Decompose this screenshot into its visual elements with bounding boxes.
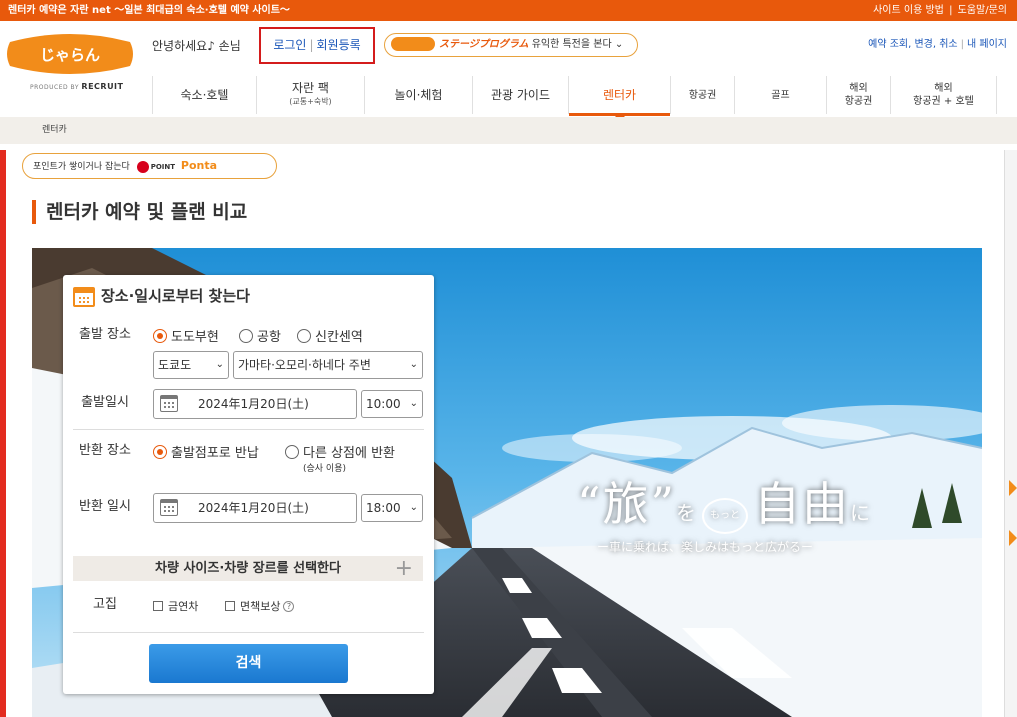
calendar-icon	[160, 499, 178, 516]
depart-time-select[interactable]: 10:00 ⌄	[361, 390, 423, 418]
divider	[73, 429, 424, 430]
help-icon[interactable]: ?	[283, 600, 295, 612]
nav-rentacar[interactable]: 렌터카	[568, 76, 670, 121]
nav-golf[interactable]: 골프	[734, 76, 826, 114]
stage-program-label: ステージプログラム	[439, 39, 529, 50]
nav-overseas-air-hotel[interactable]: 해외 항공권 + 호텔	[890, 76, 997, 114]
jalan-logo[interactable]: じゃらん	[6, 32, 134, 76]
radio-icon	[285, 444, 299, 459]
greeting: 안녕하세요♪ 손님	[152, 39, 241, 53]
chevron-down-icon: ⌄	[409, 502, 418, 513]
breadcrumb: 렌터카	[0, 117, 1017, 144]
radio-return-same[interactable]: 출발점포로 반납	[153, 442, 259, 461]
calendar-icon	[73, 286, 95, 307]
jalan-mini-logo	[391, 37, 435, 51]
breadcrumb-current: 렌터카	[42, 125, 67, 135]
radio-airport[interactable]: 공항	[239, 326, 281, 345]
insurance-checkbox[interactable]: 면책보상?	[225, 598, 295, 614]
hero-slogan: “旅”を もっと 自由に ー車に乗れば、楽しみはもっと広がるー	[577, 477, 871, 554]
stage-program-button[interactable]: ステージプログラム 유익한 특전을 본다 ⌄	[384, 33, 638, 57]
chevron-down-icon: ⌄	[409, 359, 418, 370]
page-title: 렌터카 예약 및 플랜 비교	[32, 200, 247, 224]
checkbox-icon	[153, 601, 163, 611]
nav-guide[interactable]: 관광 가이드	[472, 76, 568, 114]
reservation-manage-link[interactable]: 예약 조회, 변경, 취소	[868, 39, 958, 50]
radio-prefecture[interactable]: 도도부현	[153, 326, 219, 345]
depart-date-label: 출발일시	[81, 395, 129, 410]
right-arrow-icon	[1009, 530, 1017, 546]
left-side-banner[interactable]	[0, 150, 6, 717]
radio-shinkansen[interactable]: 신칸센역	[297, 326, 363, 345]
points-banner[interactable]: 포인트가 쌓이거나 잡는다 POINT Ponta	[22, 153, 277, 179]
return-date-field[interactable]: 2024年1月20日(土)	[153, 493, 357, 523]
return-date-label: 반환 일시	[79, 499, 131, 514]
chevron-down-icon: ⌄	[614, 39, 624, 50]
nav-air[interactable]: 항공권	[670, 76, 734, 114]
login-link[interactable]: 로그인	[273, 38, 306, 52]
search-button[interactable]: 검색	[149, 644, 348, 683]
main-nav: 숙소·호텔 자란 팩 (교통+숙박) 놀이·체험 관광 가이드 렌터카 항공권 골…	[152, 76, 997, 121]
top-bar: 렌터카 예약은 자란 net ～일본 최대급의 숙소·호텔 예약 사이트～ 사이…	[0, 0, 1017, 21]
checkbox-icon	[225, 601, 235, 611]
plus-icon: +	[394, 556, 413, 581]
dpoint-icon	[136, 160, 149, 173]
prefecture-select[interactable]: 도쿄도 ⌄	[153, 351, 229, 379]
ponta-logo: Ponta	[180, 159, 218, 172]
nav-activity[interactable]: 놀이·체험	[364, 76, 472, 114]
chevron-down-icon: ⌄	[215, 359, 224, 370]
top-links: 사이트 이용 방법 | 도움말/문의	[873, 5, 1007, 16]
account-links: 예약 조회, 변경, 취소 | 내 페이지	[868, 39, 1007, 50]
radio-selected-icon	[153, 328, 167, 343]
chevron-down-icon: ⌄	[409, 398, 418, 409]
logo-text: じゃらん	[40, 46, 100, 64]
login-register-box: 로그인 | 회원등록	[259, 27, 375, 64]
radio-icon	[239, 328, 253, 343]
nonsmoking-checkbox[interactable]: 금연차	[153, 598, 198, 614]
register-link[interactable]: 회원등록	[317, 38, 361, 52]
help-link[interactable]: 도움말/문의	[958, 5, 1007, 16]
search-panel-title: 장소·일시로부터 찾는다	[73, 285, 250, 307]
stage-program-desc: 유익한 특전을 본다	[531, 39, 612, 50]
depart-place-label: 출발 장소	[79, 327, 131, 342]
radio-selected-icon	[153, 444, 167, 459]
vehicle-size-toggle[interactable]: 차량 사이즈·차량 장르를 선택한다 +	[73, 556, 423, 581]
calendar-icon	[160, 395, 178, 412]
area-select[interactable]: 가마타·오모리·하네다 주변 ⌄	[233, 351, 423, 379]
conditions-label: 고집	[93, 597, 117, 612]
nav-pack[interactable]: 자란 팩 (교통+숙박)	[256, 76, 364, 114]
nav-hotel[interactable]: 숙소·호텔	[152, 76, 256, 114]
nav-overseas-air[interactable]: 해외 항공권	[826, 76, 890, 114]
radio-icon	[297, 328, 311, 343]
search-panel: 장소·일시로부터 찾는다 출발 장소 도도부현 공항 신칸센역 도쿄도 ⌄ 가마타…	[63, 275, 434, 694]
return-place-label: 반환 장소	[79, 443, 131, 458]
right-side-banner[interactable]	[1004, 150, 1017, 717]
radio-return-other[interactable]: 다른 상점에 반환	[285, 442, 395, 461]
return-time-select[interactable]: 18:00 ⌄	[361, 494, 423, 522]
produced-by: PRODUCED BY RECRUIT	[30, 82, 124, 91]
return-other-note: (승사 이용)	[303, 464, 347, 474]
how-to-use-link[interactable]: 사이트 이용 방법	[873, 5, 944, 16]
depart-date-field[interactable]: 2024年1月20日(土)	[153, 389, 357, 419]
right-arrow-icon	[1009, 480, 1017, 496]
site-tagline: 렌터카 예약은 자란 net ～일본 최대급의 숙소·호텔 예약 사이트～	[8, 5, 290, 16]
divider	[73, 632, 424, 633]
mypage-link[interactable]: 내 페이지	[967, 39, 1007, 50]
